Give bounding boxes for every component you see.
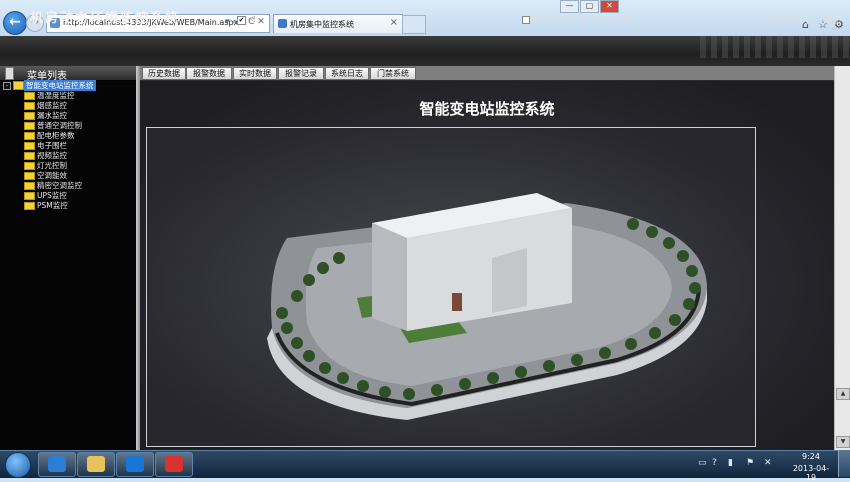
defense-label: 撤防 (00:00:00~23:59:59) — [531, 15, 635, 24]
battery-icon[interactable]: ▭ — [698, 458, 707, 468]
transformer-bay — [492, 248, 527, 313]
building-door — [452, 293, 462, 311]
system-log-button[interactable]: 系统日志 — [325, 67, 369, 80]
building-side — [372, 223, 407, 331]
folder-icon — [24, 162, 35, 170]
folder-icon — [24, 92, 35, 100]
scroll-down-button[interactable]: ▼ — [836, 436, 850, 448]
app-title: 机房动力环境监控系统 — [30, 11, 181, 26]
folder-icon — [24, 132, 35, 140]
tree-item-electronic-fence[interactable]: 电子围栏 — [24, 140, 134, 150]
folder-icon — [24, 102, 35, 110]
folder-icon — [24, 112, 35, 120]
volume-muted-icon[interactable]: ✕ — [764, 458, 772, 468]
tree-item-ac-control[interactable]: 普通空调控制 — [24, 120, 134, 130]
tree-collapse-toggle[interactable]: - — [3, 82, 11, 90]
folder-icon — [24, 202, 35, 210]
system-settings-link[interactable]: [系统设置 — [766, 15, 801, 26]
alarm-records-button[interactable]: 报警记录 — [278, 67, 324, 80]
speaker-icon: ◁ — [249, 14, 256, 23]
sidebar-header — [0, 66, 138, 81]
taskbar-app-explorer[interactable] — [77, 452, 115, 477]
help-icon[interactable]: ? — [712, 458, 717, 468]
folder-icon — [24, 122, 35, 130]
new-tab-button[interactable] — [402, 15, 426, 34]
substation-render — [267, 193, 707, 420]
window-controls: — ▢ ✕ — [560, 0, 619, 13]
close-window-button[interactable]: ✕ — [600, 0, 619, 13]
scroll-up-button[interactable]: ▲ — [836, 388, 850, 400]
tree-item-distribution-cabinet[interactable]: 配电柜参数 — [24, 130, 134, 140]
clock-date[interactable]: 2013-04-19 — [788, 464, 834, 482]
tree-item-ac-efficiency[interactable]: 空调能效 — [24, 170, 134, 180]
back-button[interactable]: ← — [3, 11, 27, 35]
app-icon — [165, 456, 183, 472]
substation-3d-view[interactable] — [146, 127, 756, 447]
ie-icon — [48, 456, 66, 472]
tree-item-ups[interactable]: UPS监控 — [24, 190, 134, 200]
folder-open-icon — [13, 81, 24, 90]
folder-icon — [24, 182, 35, 190]
tab-favicon-icon — [278, 19, 287, 28]
tab-close-icon[interactable]: × — [390, 17, 398, 28]
tree-item-smoke[interactable]: 烟感监控 — [24, 100, 134, 110]
browser-tab[interactable]: 机房集中监控系统 × — [273, 14, 403, 33]
mute-checkbox[interactable]: ✔ — [237, 16, 246, 25]
taskbar-app-other[interactable] — [155, 452, 193, 477]
minimize-button[interactable]: — — [560, 0, 579, 13]
tree-item-lighting[interactable]: 灯光控制 — [24, 160, 134, 170]
start-button[interactable] — [5, 452, 31, 478]
system-tray: ▭ ? ▮ ⚑ ✕ — [696, 458, 782, 470]
defense-checkbox[interactable] — [522, 16, 530, 24]
folder-icon — [24, 152, 35, 160]
teamviewer-icon — [126, 456, 144, 472]
tree-item-precision-ac[interactable]: 精密空调监控 — [24, 180, 134, 190]
tree-item-video[interactable]: 视频监控 — [24, 150, 134, 160]
history-data-button[interactable]: 历史数据 — [142, 67, 186, 80]
tree-item-label: PSM监控 — [37, 201, 68, 210]
maximize-button[interactable]: ▢ — [580, 0, 599, 13]
header-decoration — [700, 36, 850, 58]
folder-icon — [24, 172, 35, 180]
explorer-icon — [87, 456, 105, 472]
tab-title: 机房集中监控系统 — [290, 20, 354, 29]
tree-item-temperature-humidity[interactable]: 温湿度监控 — [24, 90, 134, 100]
taskbar-app-ie[interactable] — [38, 452, 76, 477]
folder-icon — [24, 142, 35, 150]
clock-time[interactable]: 9:24 — [788, 452, 834, 461]
action-center-flag-icon[interactable]: ⚑ — [746, 458, 754, 468]
taskbar-app-teamviewer[interactable] — [116, 452, 154, 477]
tree-item-psm[interactable]: PSM监控 — [24, 200, 134, 210]
safe-exit-link[interactable]: [安全退出 — [806, 15, 841, 26]
tree-item-water-leak[interactable]: 漏水监控 — [24, 110, 134, 120]
top-toolbar: 历史数据 报警数据 实时数据 报警记录 系统日志 门禁系统 — [140, 66, 834, 81]
access-control-button[interactable]: 门禁系统 — [370, 67, 416, 80]
alarm-data-button[interactable]: 报警数据 — [186, 67, 232, 80]
folder-icon — [24, 192, 35, 200]
network-icon[interactable]: ▮ — [728, 458, 733, 468]
show-desktop-button[interactable] — [838, 450, 850, 477]
main-title: 智能变电站监控系统 — [419, 100, 555, 118]
menu-list-icon — [5, 67, 14, 80]
realtime-data-button[interactable]: 实时数据 — [233, 67, 277, 80]
